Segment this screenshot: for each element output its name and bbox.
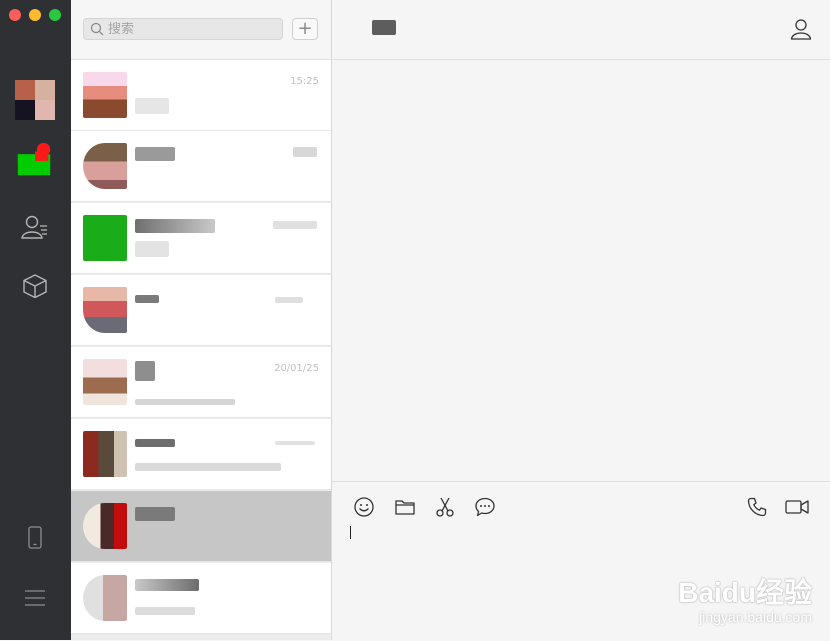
nav-chats[interactable] <box>15 140 55 180</box>
chat-list-header: + <box>71 0 331 60</box>
contact-avatar <box>83 287 127 333</box>
chat-list-item[interactable]: 15:25 <box>71 60 331 131</box>
scissors-icon <box>436 497 454 517</box>
person-icon <box>790 19 812 40</box>
chat-history-button[interactable] <box>474 496 496 522</box>
nav-menu[interactable] <box>15 578 55 618</box>
contact-avatar <box>83 215 127 261</box>
minimize-window-button[interactable] <box>29 9 41 21</box>
search-input[interactable] <box>108 21 268 37</box>
phone-call-icon <box>747 497 767 517</box>
chat-list-item[interactable] <box>71 419 331 490</box>
zoom-window-button[interactable] <box>49 9 61 21</box>
video-call-button[interactable] <box>784 496 810 522</box>
chat-header <box>332 0 830 60</box>
chat-icon <box>17 142 51 176</box>
chat-list-panel: + 15:25 20/01/25 <box>71 0 332 640</box>
chat-time: 15:25 <box>290 76 319 87</box>
chat-main-area: Baidu经验 jingyan.baidu.com <box>332 0 830 641</box>
add-chat-button[interactable]: + <box>292 18 318 40</box>
watermark-url: jingyan.baidu.com <box>699 609 812 625</box>
user-avatar[interactable] <box>15 80 55 120</box>
screenshot-button[interactable] <box>434 496 456 522</box>
emoji-button[interactable] <box>353 496 375 522</box>
watermark: Baidu经验 jingyan.baidu.com <box>678 571 812 625</box>
contact-avatar <box>83 359 127 405</box>
text-input-caret[interactable] <box>350 526 351 539</box>
contact-avatar <box>83 575 127 621</box>
speech-bubble-icon <box>475 497 495 517</box>
menu-icon <box>25 590 45 606</box>
send-file-button[interactable] <box>394 496 416 522</box>
contact-avatar <box>83 72 127 118</box>
chat-info-button[interactable] <box>790 18 812 44</box>
nav-contacts[interactable] <box>15 208 55 248</box>
video-call-icon <box>785 500 809 514</box>
chat-time: 20/01/25 <box>274 363 319 374</box>
contact-avatar <box>83 143 127 189</box>
chat-list-item[interactable] <box>71 563 331 634</box>
left-nav <box>0 0 71 640</box>
chat-list-item[interactable] <box>71 203 331 274</box>
window-controls <box>9 9 61 21</box>
chat-list-item-selected[interactable] <box>71 491 331 562</box>
folder-icon <box>395 500 415 515</box>
voice-call-button[interactable] <box>746 496 768 522</box>
contact-avatar <box>83 503 127 549</box>
chat-list-item[interactable] <box>71 131 331 202</box>
message-area <box>332 60 830 480</box>
search-box[interactable] <box>83 18 283 40</box>
close-window-button[interactable] <box>9 9 21 21</box>
message-composer[interactable]: Baidu经验 jingyan.baidu.com <box>332 481 830 641</box>
chat-list-item[interactable]: 20/01/25 <box>71 347 331 418</box>
watermark-logo: Baidu经验 <box>678 577 812 608</box>
contacts-icon <box>21 215 47 239</box>
nav-mobile[interactable] <box>15 518 55 558</box>
box-icon <box>23 274 47 299</box>
chat-list-item[interactable] <box>71 275 331 346</box>
emoji-icon <box>354 497 374 517</box>
phone-icon <box>28 526 42 549</box>
nav-collections[interactable] <box>15 266 55 306</box>
search-icon <box>90 22 104 36</box>
contact-avatar <box>83 431 127 477</box>
